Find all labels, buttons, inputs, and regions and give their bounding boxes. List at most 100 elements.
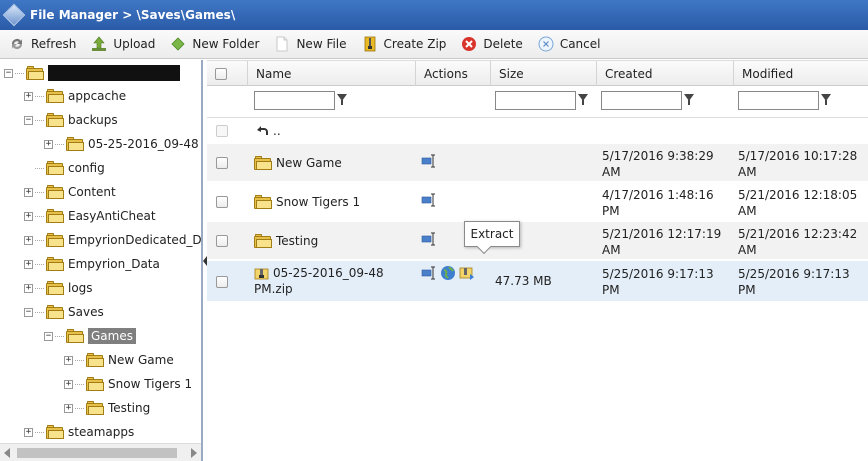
tree-item-games[interactable]: − Games	[44, 325, 136, 347]
file-name-cell[interactable]: New Game	[254, 156, 342, 170]
tree-item-empyrion-data[interactable]: + Empyrion_Data	[24, 253, 160, 275]
filter-icon[interactable]	[684, 94, 694, 105]
expand-icon[interactable]: +	[24, 235, 33, 245]
filter-icon[interactable]	[578, 94, 588, 105]
select-all-cell	[207, 61, 247, 87]
collapse-icon[interactable]: −	[44, 331, 53, 341]
collapse-icon[interactable]: −	[24, 115, 33, 125]
rename-icon[interactable]	[421, 265, 437, 281]
parent-folder-icon	[254, 123, 270, 139]
tree-connector	[35, 239, 44, 241]
column-header-actions[interactable]: Actions	[415, 61, 490, 87]
expand-icon[interactable]: +	[24, 91, 33, 101]
cancel-button[interactable]: Cancel	[537, 35, 600, 53]
table-row[interactable]: Snow Tigers 1 4/17/2016 1:48:16 PM 5/21/…	[207, 183, 868, 221]
extract-icon[interactable]	[459, 265, 475, 281]
expand-icon[interactable]: +	[24, 187, 33, 197]
scroll-left-icon[interactable]	[4, 448, 10, 458]
tree-item-steamapps[interactable]: + steamapps	[24, 421, 134, 443]
table-row[interactable]: Testing 5/21/2016 12:17:19 AM 5/21/2016 …	[207, 222, 868, 260]
expand-icon[interactable]: +	[24, 427, 33, 437]
tree-item-snow-tigers-1[interactable]: + Snow Tigers 1	[64, 373, 192, 395]
table-row-selected[interactable]: 05-25-2016_09-48 PM.zip 47.73 MB 5/25/20…	[207, 261, 868, 302]
column-header-modified[interactable]: Modified	[733, 61, 868, 87]
column-header-size[interactable]: Size	[490, 61, 596, 87]
scroll-right-icon[interactable]	[191, 448, 197, 458]
modified-meridiem: AM	[738, 165, 757, 179]
tree-horizontal-scrollbar[interactable]	[0, 443, 201, 461]
row-checkbox[interactable]	[216, 196, 228, 208]
expand-icon[interactable]: +	[24, 259, 33, 269]
size-filter-input[interactable]	[495, 91, 576, 110]
table-row-parent[interactable]: ..	[207, 119, 868, 143]
expand-icon[interactable]: +	[24, 211, 33, 221]
rename-icon[interactable]	[421, 231, 437, 247]
name-filter-input[interactable]	[254, 91, 335, 110]
expand-icon[interactable]: +	[24, 283, 33, 293]
filter-icon[interactable]	[821, 94, 831, 105]
file-name-continued: PM.zip	[254, 282, 293, 296]
folder-icon	[46, 425, 64, 439]
row-checkbox[interactable]	[216, 157, 228, 169]
expand-icon[interactable]: +	[64, 403, 73, 413]
parent-folder-cell[interactable]: ..	[254, 123, 281, 139]
actions-cell	[421, 265, 478, 281]
expand-icon[interactable]: +	[64, 355, 73, 365]
tree-item-saves[interactable]: − Saves	[24, 301, 104, 323]
create-zip-button[interactable]: Create Zip	[361, 35, 446, 53]
upload-button[interactable]: Upload	[90, 35, 155, 53]
modified-cell: 5/17/2016 10:17:28 AM	[738, 148, 857, 180]
tree-item-label: backups	[68, 113, 118, 127]
tree-item-backup-folder[interactable]: + 05-25-2016_09-48 PM	[44, 133, 201, 155]
refresh-button[interactable]: Refresh	[8, 35, 76, 53]
tree-item-backups[interactable]: − backups	[24, 109, 118, 131]
folder-icon	[46, 281, 64, 295]
expand-icon[interactable]: +	[64, 379, 73, 389]
file-name: New Game	[276, 156, 342, 170]
tree-item-logs[interactable]: + logs	[24, 277, 93, 299]
globe-icon[interactable]	[440, 265, 456, 281]
row-checkbox[interactable]	[216, 276, 228, 288]
tree-connector	[55, 143, 64, 145]
table-row[interactable]: New Game 5/17/2016 9:38:29 AM 5/17/2016 …	[207, 144, 868, 182]
file-name-cell[interactable]: 05-25-2016_09-48 PM.zip	[254, 265, 384, 297]
tree-item-content[interactable]: + Content	[24, 181, 116, 203]
tree-item-appcache[interactable]: + appcache	[24, 85, 126, 107]
tree-item-easyanticheat[interactable]: + EasyAntiCheat	[24, 205, 156, 227]
select-all-checkbox[interactable]	[215, 68, 227, 80]
collapse-icon[interactable]: −	[24, 307, 33, 317]
expand-icon[interactable]: +	[44, 139, 53, 149]
column-header-name[interactable]: Name	[247, 61, 415, 87]
tree-item-empyriondedicated-data[interactable]: + EmpyrionDedicated_Data	[24, 229, 201, 251]
scrollbar-thumb[interactable]	[17, 448, 177, 458]
window-title: File Manager > \Saves\Games\	[30, 8, 236, 22]
delete-button[interactable]: Delete	[460, 35, 523, 53]
size-cell: 47.73 MB	[495, 274, 552, 288]
folder-icon	[46, 209, 64, 223]
new-folder-button[interactable]: New Folder	[169, 35, 259, 53]
title-bar: File Manager > \Saves\Games\	[0, 0, 868, 30]
tree-item-config[interactable]: config	[35, 157, 105, 179]
collapse-icon[interactable]: −	[4, 68, 13, 78]
new-file-button[interactable]: New File	[273, 35, 347, 53]
column-header-created[interactable]: Created	[596, 61, 733, 87]
modified-date: 5/21/2016 12:23:42	[738, 227, 858, 241]
tree-connector	[35, 191, 44, 193]
filter-icon[interactable]	[337, 94, 347, 105]
tree-connector	[75, 383, 84, 385]
modified-filter-input[interactable]	[738, 91, 819, 110]
tree-item-label: Content	[68, 185, 116, 199]
rename-icon[interactable]	[421, 153, 437, 169]
rename-icon[interactable]	[421, 192, 437, 208]
file-name-cell[interactable]: Snow Tigers 1	[254, 195, 360, 209]
new-file-icon	[273, 35, 291, 53]
tree-item-new-game[interactable]: + New Game	[64, 349, 174, 371]
file-name: 05-25-2016_09-48	[273, 266, 384, 280]
row-checkbox[interactable]	[216, 235, 228, 247]
created-meridiem: AM	[602, 165, 621, 179]
file-name: Snow Tigers 1	[276, 195, 361, 209]
tree-root[interactable]: −	[4, 62, 180, 84]
tree-item-testing[interactable]: + Testing	[64, 397, 150, 419]
created-filter-input[interactable]	[601, 91, 682, 110]
file-name-cell[interactable]: Testing	[254, 234, 318, 248]
